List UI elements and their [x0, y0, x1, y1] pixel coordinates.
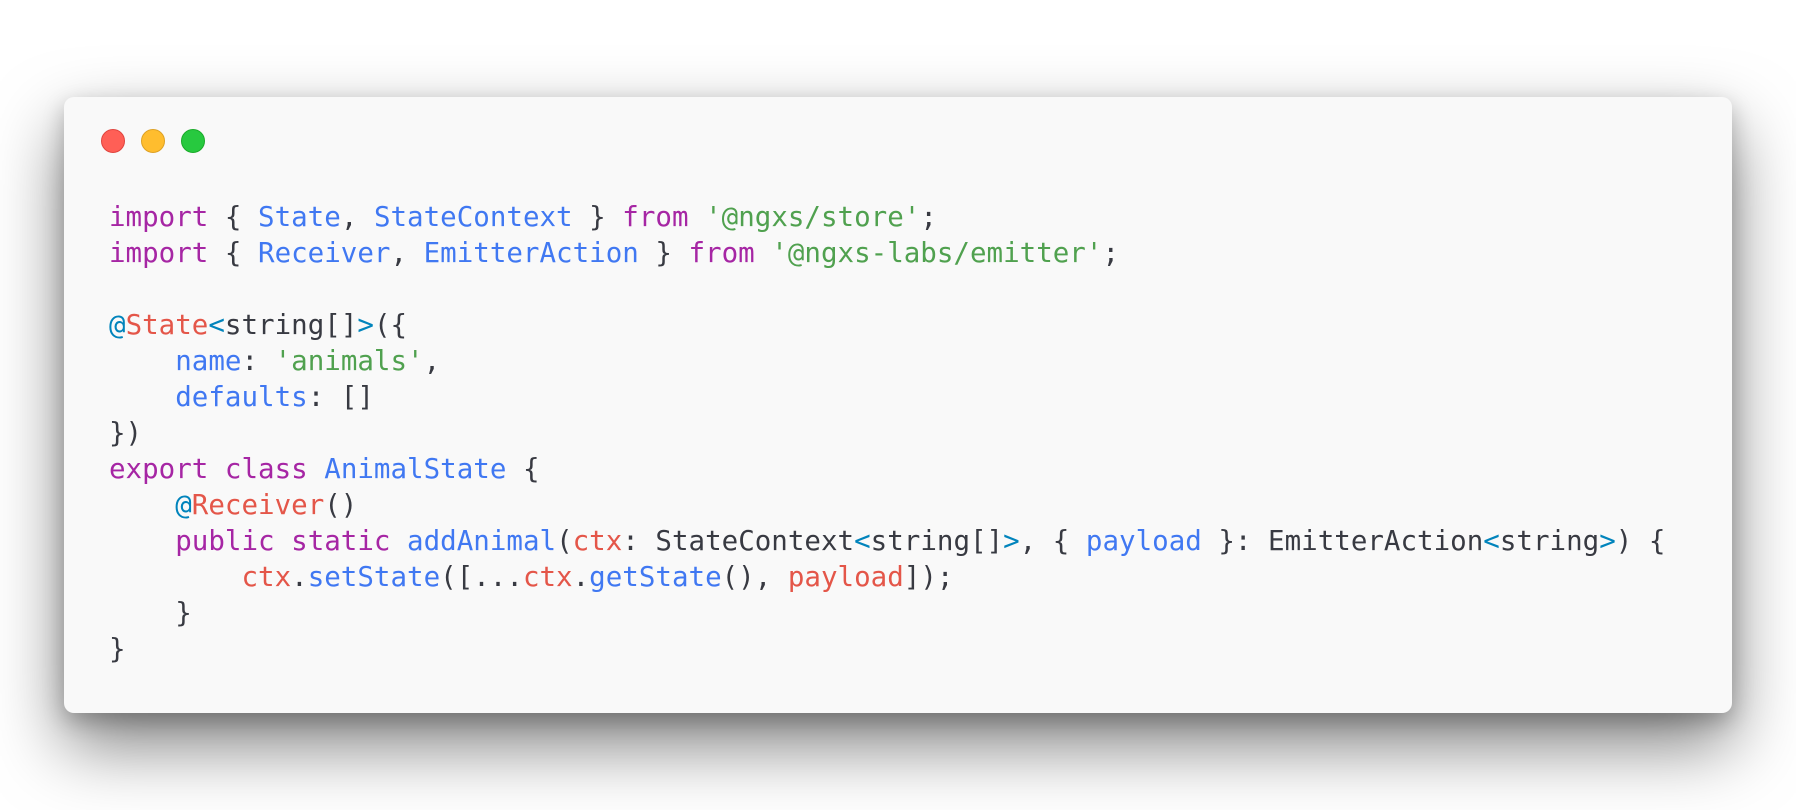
code-line: defaults: [] [109, 379, 1665, 415]
code-line: export class AnimalState { [109, 451, 1665, 487]
code-token: getState [589, 561, 722, 593]
code-token: addAnimal [407, 525, 557, 557]
code-token: : StateContext [622, 525, 855, 557]
code-token: from [622, 201, 689, 233]
code-token: ( [556, 525, 573, 557]
code-token: from [688, 237, 755, 269]
code-token: ; [1102, 237, 1119, 269]
code-token: import [109, 237, 209, 269]
code-token: < [208, 309, 225, 341]
code-line: ctx.setState([...ctx.getState(), payload… [109, 559, 1665, 595]
code-token: ctx [522, 561, 573, 593]
code-token: setState [307, 561, 441, 593]
code-token: export [109, 453, 209, 485]
code-token: { [208, 201, 259, 233]
code-line: }) [109, 415, 1665, 451]
code-token: Receiver [258, 237, 391, 269]
code-line: import { State, StateContext } from '@ng… [109, 199, 1665, 235]
code-token: > [357, 309, 374, 341]
code-token: > [1599, 525, 1616, 557]
code-token: }: EmitterAction [1201, 525, 1484, 557]
code-token: import [109, 201, 209, 233]
code-token: > [1003, 525, 1020, 557]
code-token: AnimalState [324, 453, 507, 485]
code-token: State [258, 201, 341, 233]
code-token: ; [920, 201, 937, 233]
code-token: payload [1085, 525, 1202, 557]
screenshot-stage: import { State, StateContext } from '@ng… [0, 0, 1796, 810]
code-token: { [506, 453, 540, 485]
code-token: ([... [440, 561, 523, 593]
code-token: State [125, 309, 209, 341]
code-token: : [241, 345, 275, 377]
code-line: public static addAnimal(ctx: StateContex… [109, 523, 1665, 559]
code-token: class [224, 453, 308, 485]
code-token: @ [109, 309, 126, 341]
code-token: defaults [175, 381, 308, 413]
window-controls [101, 129, 205, 153]
code-line: } [109, 595, 1665, 631]
code-line: name: 'animals', [109, 343, 1665, 379]
code-line: @Receiver() [109, 487, 1665, 523]
code-token: } [638, 237, 689, 269]
code-token: ) { [1615, 525, 1666, 557]
code-token: , [340, 201, 374, 233]
code-token: < [854, 525, 871, 557]
code-line: @State<string[]>({ [109, 307, 1665, 343]
code-token: } [109, 597, 192, 629]
code-token: () [324, 489, 358, 521]
code-token: @ [175, 489, 192, 521]
code-token: < [1483, 525, 1500, 557]
code-token: ]); [903, 561, 954, 593]
code-block: import { State, StateContext } from '@ng… [109, 199, 1665, 667]
code-token: ctx [572, 525, 623, 557]
code-token: { [208, 237, 259, 269]
code-line: } [109, 631, 1665, 667]
code-token: : [] [307, 381, 374, 413]
code-token: , [390, 237, 424, 269]
code-token: (), [721, 561, 788, 593]
code-token: name [175, 345, 242, 377]
maximize-icon[interactable] [181, 129, 205, 153]
code-line: import { Receiver, EmitterAction } from … [109, 235, 1665, 271]
code-window: import { State, StateContext } from '@ng… [64, 97, 1732, 713]
code-token: payload [787, 561, 904, 593]
code-token: string[] [870, 525, 1004, 557]
code-token: 'animals' [274, 345, 424, 377]
code-token: StateContext [373, 201, 573, 233]
code-token: ctx [241, 561, 292, 593]
code-token: public [175, 525, 275, 557]
code-token: } [109, 633, 126, 665]
code-token: , { [1019, 525, 1086, 557]
code-token: static [291, 525, 391, 557]
code-token: EmitterAction [423, 237, 639, 269]
code-token: . [291, 561, 308, 593]
code-token: Receiver [191, 489, 325, 521]
code-token: } [572, 201, 623, 233]
code-token: string [1499, 525, 1600, 557]
code-token: }) [109, 417, 143, 449]
code-line: ​ [109, 271, 1665, 307]
code-token: . [572, 561, 590, 593]
minimize-icon[interactable] [141, 129, 165, 153]
code-token: string[] [224, 309, 358, 341]
close-icon[interactable] [101, 129, 125, 153]
code-token: '@ngxs-labs/emitter' [771, 237, 1103, 269]
code-token: , [423, 345, 441, 377]
code-token: '@ngxs/store' [705, 201, 921, 233]
code-token: ({ [373, 309, 408, 341]
